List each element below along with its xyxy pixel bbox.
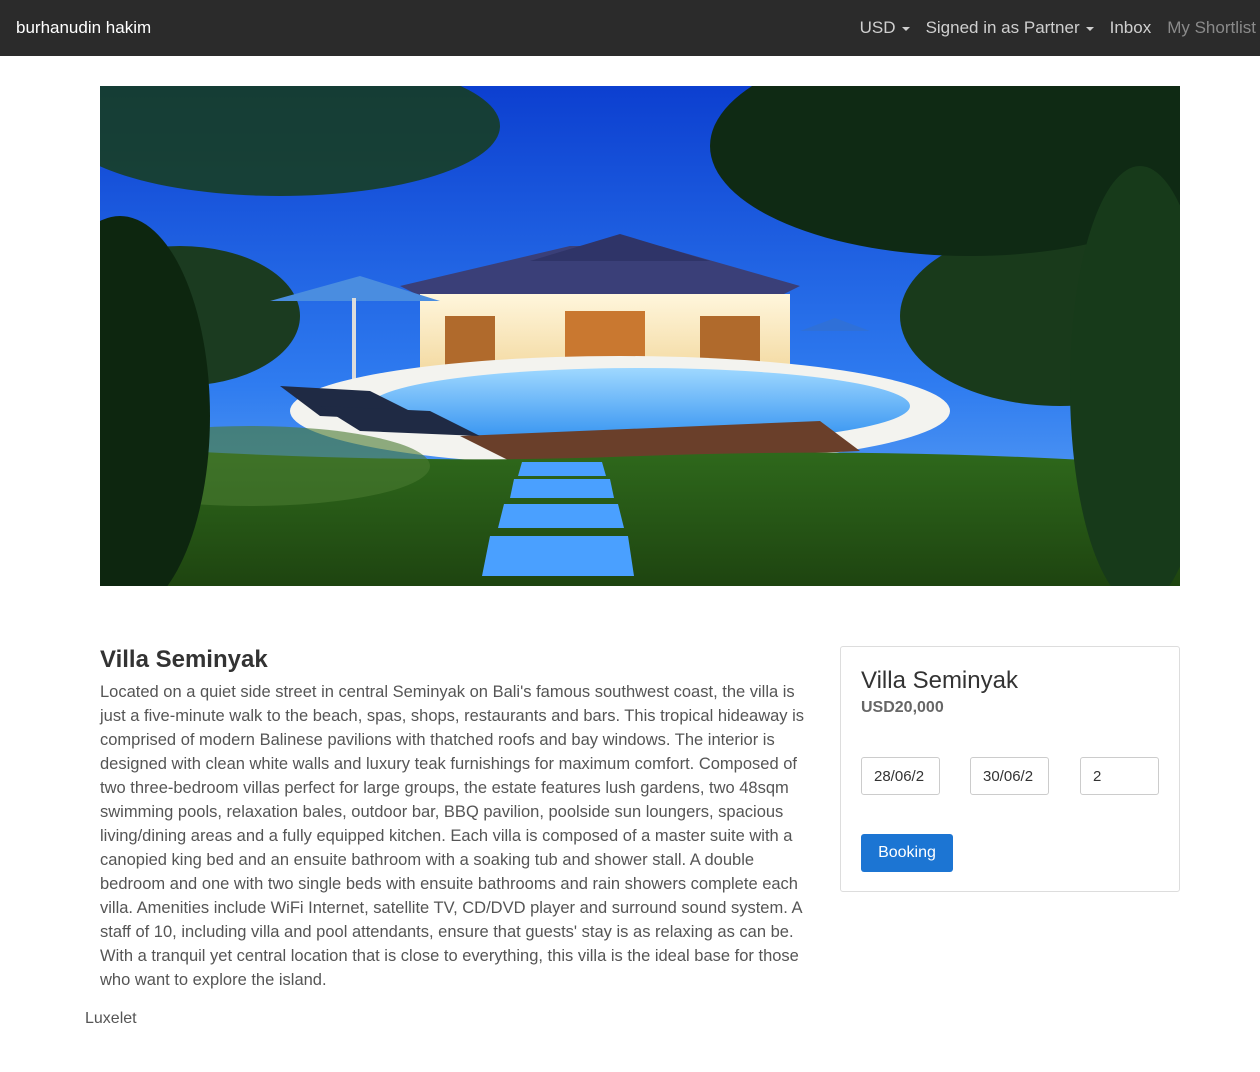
- caret-down-icon: [1085, 27, 1094, 31]
- booking-title: Villa Seminyak: [861, 667, 1018, 694]
- nav-items: USD Signed in as Partner Inbox My Shortl…: [860, 0, 1256, 56]
- checkin-date-input[interactable]: [861, 757, 940, 795]
- guests-input[interactable]: [1080, 757, 1159, 795]
- account-label: Signed in as Partner: [925, 18, 1080, 37]
- booking-price: USD20,000: [861, 699, 944, 716]
- listing-description: Located on a quiet side street in centra…: [100, 683, 805, 989]
- currency-label: USD: [859, 18, 896, 37]
- brand-link[interactable]: burhanudin hakim: [16, 18, 151, 38]
- checkout-date-input[interactable]: [970, 757, 1049, 795]
- villa-photo: [100, 86, 1180, 586]
- currency-dropdown[interactable]: USD: [860, 18, 910, 38]
- booking-card: Villa Seminyak USD20,000 Booking: [840, 646, 1180, 892]
- caret-down-icon: [901, 27, 910, 31]
- inbox-link[interactable]: Inbox: [1110, 18, 1152, 38]
- listing-title: Villa Seminyak: [100, 646, 268, 673]
- footer-text: Luxelet: [85, 1010, 137, 1027]
- booking-button[interactable]: Booking: [861, 834, 953, 872]
- shortlist-link[interactable]: My Shortlist: [1167, 18, 1256, 38]
- account-dropdown[interactable]: Signed in as Partner: [926, 18, 1094, 38]
- top-navbar: burhanudin hakim USD Signed in as Partne…: [0, 0, 1260, 56]
